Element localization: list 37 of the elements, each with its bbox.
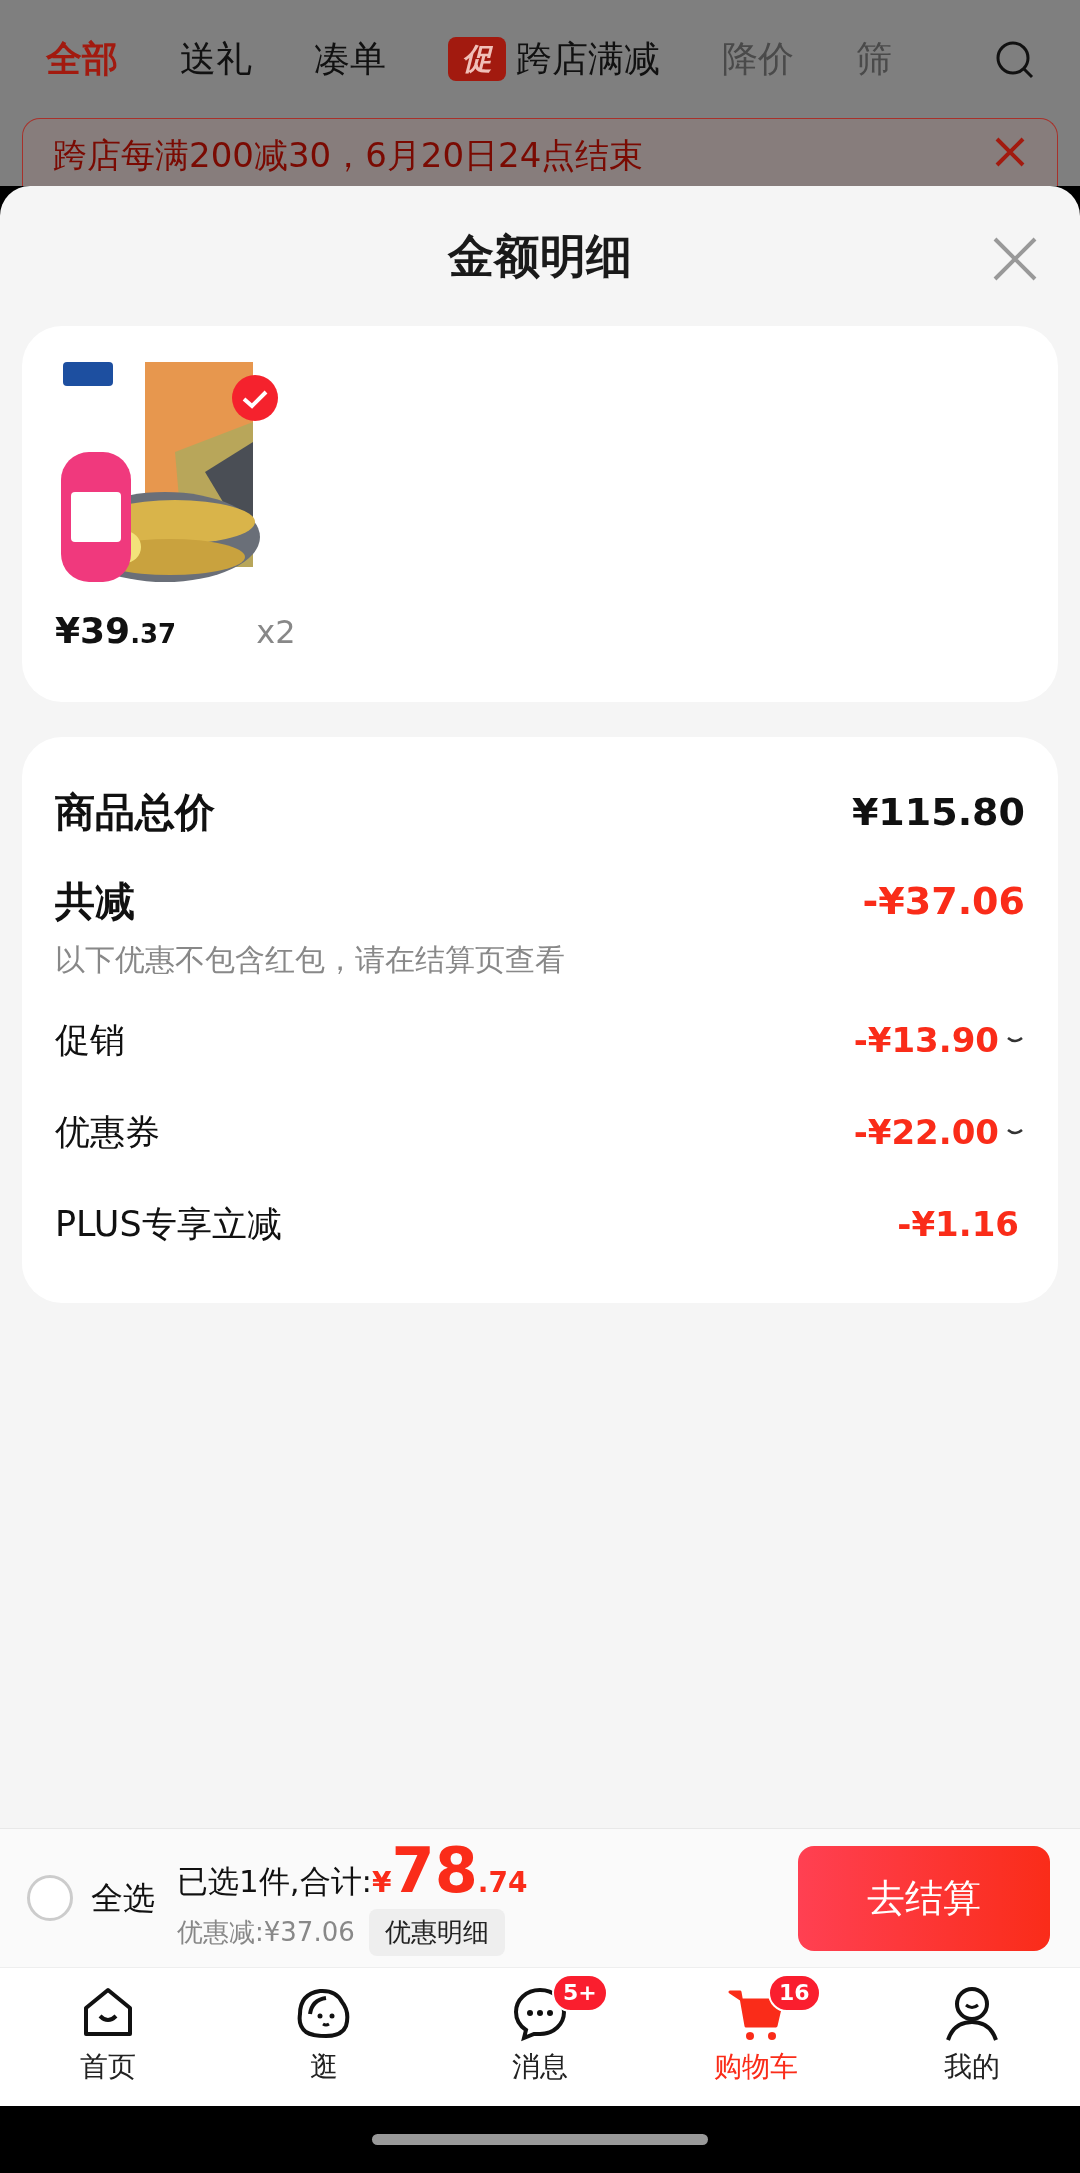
item-quantity: x2 <box>256 612 296 653</box>
nav-tab[interactable]: 消息 <box>512 2046 568 2088</box>
total-label: 商品总价 <box>55 788 215 837</box>
nav-tab[interactable]: 首页 <box>80 2046 136 2088</box>
checkout-button[interactable]: 去结算 <box>798 1845 1050 1951</box>
discount-row-value: -¥1.16 <box>897 1202 1019 1246</box>
item-price: ¥39.37 <box>55 609 177 653</box>
category-tab[interactable]: 凑单 <box>314 32 386 86</box>
discount-details-button[interactable]: 优惠明细 <box>368 1908 505 1956</box>
count-badge: 5+ <box>552 1974 608 2012</box>
discount-row-label: 促销 <box>55 1018 125 1062</box>
total-value: ¥115.80 <box>851 788 1025 836</box>
selected-summary: 已选1件,合计: <box>177 1862 373 1902</box>
total-amount: ¥78.74 <box>372 1840 528 1905</box>
category-tab[interactable]: 跨店满减 <box>516 32 660 86</box>
nav-tab[interactable]: 逛 <box>310 2046 338 2088</box>
select-all-label: 全选 <box>91 1878 155 1919</box>
promo-tag: 促 <box>448 37 506 81</box>
discount-label: 共减 <box>55 877 135 926</box>
search-icon[interactable] <box>994 39 1034 79</box>
category-tab[interactable]: 送礼 <box>180 32 252 86</box>
nav-tab[interactable]: 购物车 <box>714 2046 798 2088</box>
discount-row-value: -¥22.00 <box>853 1110 999 1154</box>
discount-row-value: -¥13.90 <box>853 1018 999 1062</box>
close-icon <box>993 135 1027 169</box>
discount-row-label: PLUS专享立减 <box>55 1202 282 1246</box>
discount-value: -¥37.06 <box>862 877 1025 925</box>
sheet-title: 金额明细 <box>448 227 632 285</box>
banner-text: 跨店每满200减30，6月20日24点结束 <box>53 135 645 175</box>
discount-row-label: 优惠券 <box>55 1110 160 1154</box>
count-badge: 16 <box>768 1974 821 2012</box>
discount-summary: 优惠减:¥37.06 <box>177 1915 355 1949</box>
select-all-checkbox[interactable] <box>27 1875 73 1921</box>
close-button[interactable] <box>992 236 1038 282</box>
discount-note: 以下优惠不包含红包，请在结算页查看 <box>55 941 566 979</box>
person-icon[interactable] <box>944 1986 1000 2042</box>
nav-tab[interactable]: 我的 <box>944 2046 1000 2088</box>
